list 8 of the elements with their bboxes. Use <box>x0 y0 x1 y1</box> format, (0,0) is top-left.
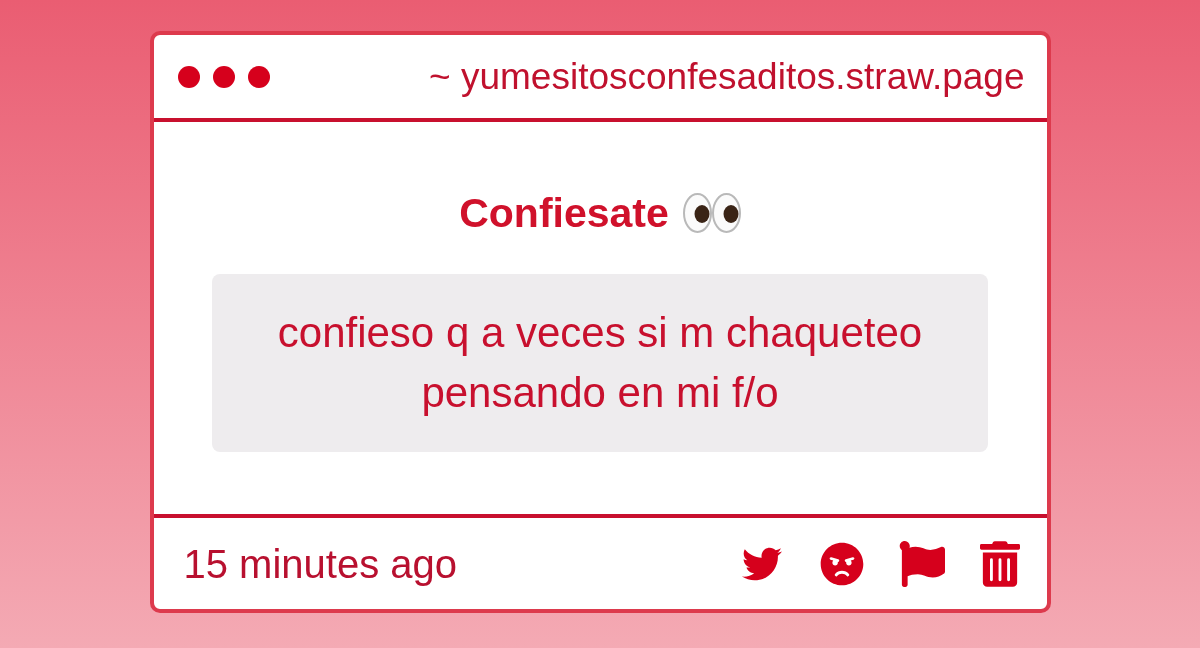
eyes-emoji-icon <box>682 193 741 233</box>
angry-face-icon[interactable] <box>819 541 864 586</box>
prompt-title: Confiesate <box>459 192 669 234</box>
flag-icon[interactable] <box>898 540 945 587</box>
trash-icon[interactable] <box>979 540 1020 587</box>
confession-text: confieso q a veces si m chaqueteo pensando en mi f/o <box>276 308 924 418</box>
page-address: ~ yumesitosconfesaditos.straw.page <box>429 58 1025 95</box>
post-time: 15 minutes ago <box>183 543 457 584</box>
